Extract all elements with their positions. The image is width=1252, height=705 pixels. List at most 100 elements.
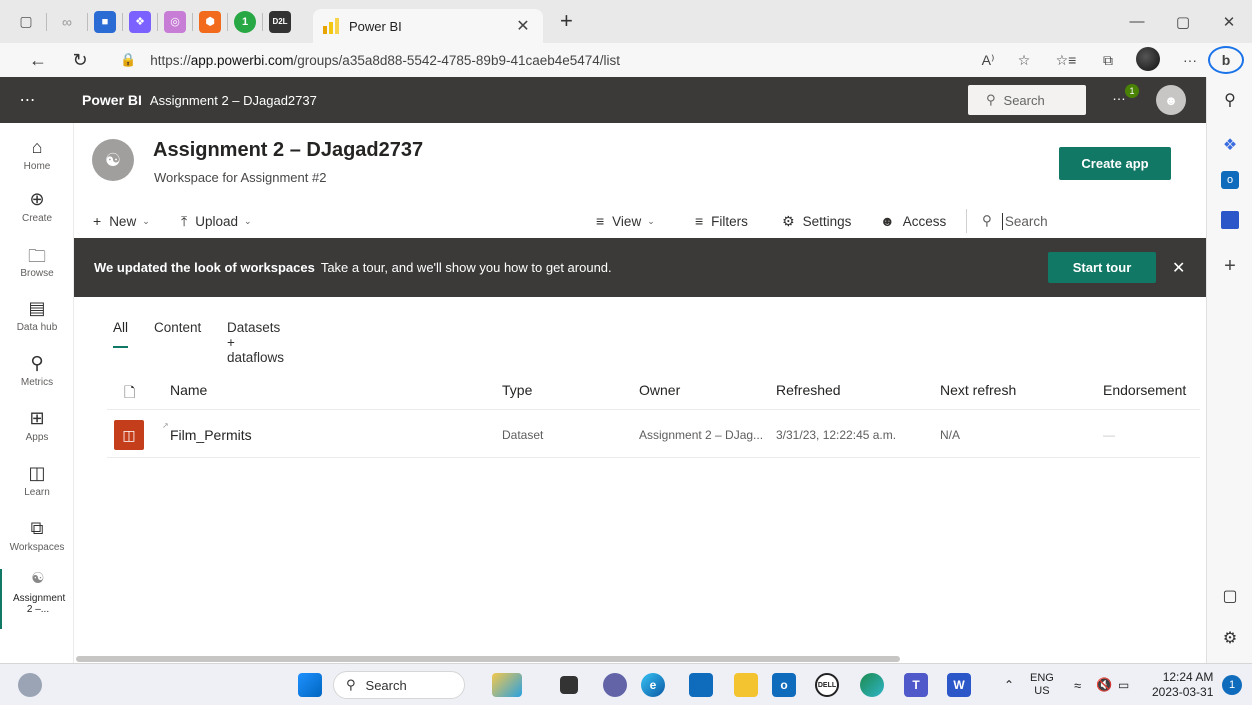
pinned-tab-one-icon[interactable]: 1 [234,10,256,33]
collections-icon[interactable]: ⧉ [1090,52,1126,69]
nav-item-create[interactable]: ⊕ Create [0,189,74,224]
tray-overflow-icon[interactable]: ⌃ [1004,664,1014,705]
breadcrumb[interactable]: Assignment 2 – DJagad2737 [150,93,317,108]
clock[interactable]: 12:24 AM 2023-03-31 [1152,670,1213,700]
table-header: 🗋 Name Type Owner Refreshed Next refresh… [107,372,1200,410]
close-tab-icon[interactable]: ✕ [513,16,533,36]
column-type[interactable]: Type [502,382,532,398]
column-endorsement[interactable]: Endorsement [1103,382,1186,398]
favorite-add-icon[interactable]: ☆ [1006,52,1042,69]
divider [192,12,193,31]
pinned-tab-theme-icon[interactable]: ◎ [164,10,186,33]
create-app-button[interactable]: Create app [1059,147,1171,180]
brand-title[interactable]: Power BI [82,92,142,108]
nav-item-learn[interactable]: ◫ Learn [0,463,74,498]
settings-button[interactable]: ⚙ Settings [782,205,851,237]
sidebar-copilot-icon[interactable]: ❖ [1219,134,1241,156]
edge-dev-icon[interactable] [860,673,884,697]
back-icon[interactable]: ← [22,44,54,76]
powerbi-header: ⋯ Power BI Assignment 2 – DJagad2737 ⚲ S… [0,77,1206,123]
tab-datasets-dataflows[interactable]: Datasets + dataflows [227,320,284,365]
notification-center-badge[interactable]: 1 [1222,675,1242,695]
dell-icon[interactable]: DELL [815,673,839,697]
column-next-refresh[interactable]: Next refresh [940,382,1016,398]
read-aloud-icon[interactable]: A⁾ [970,52,1006,69]
workspace-group-icon: ☯ [31,570,45,587]
sidebar-toggle-icon[interactable]: ▢ [1219,585,1241,607]
column-name[interactable]: Name [170,382,207,398]
profile-avatar[interactable] [1130,46,1166,74]
filters-button[interactable]: ≡ Filters [695,205,748,237]
sidebar-settings-icon[interactable]: ⚙ [1219,627,1241,649]
account-avatar[interactable]: ☻ [1156,85,1186,115]
pinned-tab-copilot-icon[interactable]: ❖ [129,10,151,33]
start-icon[interactable] [298,673,322,697]
tab-content[interactable]: Content [154,320,201,348]
nav-item-workspaces[interactable]: ⧉ Workspaces [0,518,74,553]
battery-icon[interactable]: ▭ [1118,664,1129,705]
outlook-taskbar-icon[interactable]: o [772,673,796,697]
pinned-tab-photos-icon[interactable]: ■ [94,10,116,33]
table-row[interactable]: ◫ ↗ Film_Permits Dataset Assignment 2 – … [107,411,1200,458]
app-launcher-icon[interactable]: ⋯ [0,90,56,110]
pinned-tab-office-icon[interactable]: ⬢ [199,10,221,33]
edge-icon[interactable]: e [641,673,665,697]
upload-button[interactable]: ⤒ Upload ⌄ [181,205,252,237]
taskbar-search[interactable]: ⚲ Search [333,671,465,699]
header-search-input[interactable]: ⚲ Search [968,85,1086,115]
workspace-search-input[interactable]: ⚲ Search [982,205,1048,237]
view-button[interactable]: ≡ View ⌄ [596,205,655,237]
notifications-button[interactable]: … 1 [1112,84,1139,103]
tab-all[interactable]: All [113,320,129,348]
start-tour-button[interactable]: Start tour [1048,252,1156,283]
sidebar-search-icon[interactable]: ⚲ [1219,89,1241,111]
horizontal-scrollbar[interactable] [76,656,900,662]
copilot-taskbar-icon[interactable] [492,673,522,697]
item-name[interactable]: Film_Permits [170,427,252,443]
nav-item-browse[interactable]: 🗀 Browse [0,244,74,279]
address-bar: ← ↻ 🔒 https://app.powerbi.com/groups/a35… [0,43,1252,77]
favorites-icon[interactable]: ☆≡ [1048,52,1084,69]
task-view-icon[interactable] [560,676,578,694]
link-icon[interactable]: ∞ [53,8,81,36]
widgets-icon[interactable] [18,673,42,697]
column-refreshed[interactable]: Refreshed [776,382,841,398]
volume-icon[interactable]: 🔇 [1096,664,1112,705]
divider [966,209,967,233]
active-tab[interactable]: Power BI ✕ [313,9,543,43]
wifi-icon[interactable]: ≈ [1074,664,1081,705]
language-indicator[interactable]: ENG US [1030,672,1054,698]
access-button[interactable]: ☻ Access [880,205,946,237]
teams-icon[interactable]: T [904,673,928,697]
more-options-icon[interactable]: ··· [1172,52,1208,68]
nav-item-current-workspace[interactable]: ☯ Assignment 2 –... [0,569,74,629]
bing-chat-icon[interactable]: b [1208,46,1244,74]
dataset-icon: ◫ [114,420,144,450]
filters-label: Filters [711,213,748,229]
refresh-icon[interactable]: ↻ [64,44,96,76]
new-button[interactable]: + New ⌄ [93,205,150,237]
sidebar-outlook-icon[interactable]: o [1221,171,1239,189]
close-window-icon[interactable]: ✕ [1206,0,1252,43]
sidebar-add-icon[interactable]: + [1219,255,1241,277]
word-icon[interactable]: W [947,673,971,697]
nav-item-metrics[interactable]: ⚲ Metrics [0,353,74,388]
restore-icon[interactable]: ▢ [1160,0,1206,43]
pinned-tab-d2l-icon[interactable]: D2L [269,10,291,33]
new-tab-icon[interactable]: + [560,8,573,34]
nav-item-data-hub[interactable]: ▤ Data hub [0,298,74,333]
workspace-avatar-icon: ☯ [92,139,134,181]
chat-icon[interactable] [603,673,627,697]
column-owner[interactable]: Owner [639,382,680,398]
tab-actions-icon[interactable]: ▢ [12,8,40,36]
nav-item-home[interactable]: ⌂ Home [0,137,74,172]
file-explorer-icon[interactable] [734,673,758,697]
minimize-icon[interactable]: — [1114,0,1160,43]
sidebar-office-icon[interactable] [1221,211,1239,229]
store-icon[interactable] [689,673,713,697]
close-banner-icon[interactable]: ✕ [1172,258,1185,278]
clock-time: 12:24 AM [1162,670,1214,684]
url-field[interactable]: 🔒 https://app.powerbi.com/groups/a35a8d8… [120,43,620,77]
nav-item-apps[interactable]: ⊞ Apps [0,408,74,443]
site-info-icon[interactable]: 🔒 [120,52,136,68]
